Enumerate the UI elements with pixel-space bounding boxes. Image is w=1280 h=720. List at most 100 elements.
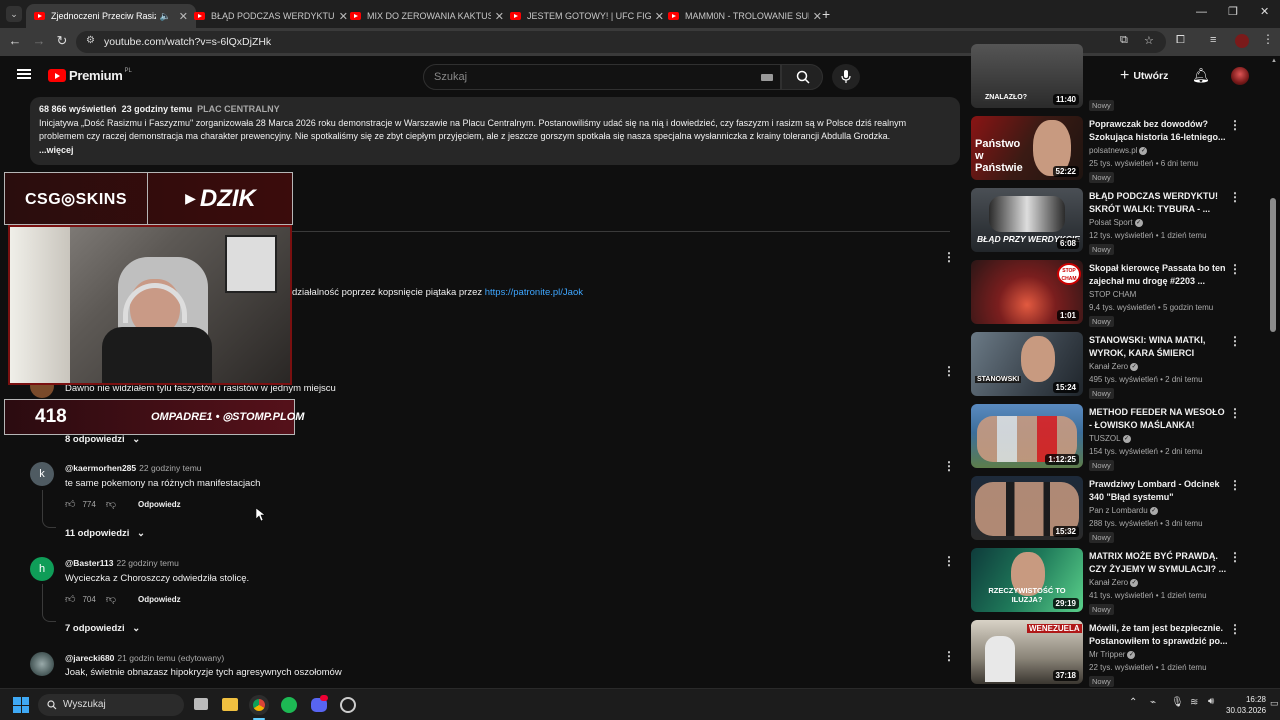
browser-menu-icon[interactable]: ⋮ xyxy=(1262,32,1274,46)
comment-menu-icon[interactable]: ⋮ xyxy=(943,460,955,472)
wifi-icon[interactable]: ≋ xyxy=(1190,697,1198,708)
replies-toggle[interactable]: 8 odpowiedzi ⌄ xyxy=(65,434,140,445)
video-thumbnail[interactable]: 15:32 xyxy=(971,476,1083,540)
close-tab-icon[interactable]: ✕ xyxy=(813,10,822,23)
video-menu-icon[interactable]: ⋮ xyxy=(1229,622,1241,636)
like-icon[interactable]: 👍︎ xyxy=(65,593,75,605)
site-info-icon[interactable]: ⚙ xyxy=(86,35,95,46)
tab-2[interactable]: MIX DO ZEROWANIA KAKTUSO ✕ xyxy=(342,4,512,28)
spotify-icon[interactable] xyxy=(281,697,297,713)
video-menu-icon[interactable]: ⋮ xyxy=(1229,262,1241,276)
video-title[interactable]: STANOWSKI: WINA MATKI, WYROK, KARA ŚMIER… xyxy=(1089,334,1229,360)
search-button[interactable] xyxy=(781,64,823,90)
video-menu-icon[interactable]: ⋮ xyxy=(1229,550,1241,564)
recommendation-item[interactable]: BŁĄD PRZY WERDYKCIE 6:08 BŁĄD PODCZAS WE… xyxy=(971,188,1251,255)
new-tab-button[interactable]: + xyxy=(822,6,830,22)
tab-3[interactable]: JESTEM GOTOWY! | UFC FIGHT ✕ xyxy=(502,4,672,28)
video-thumbnail[interactable]: BŁĄD PRZY WERDYKCIE 6:08 xyxy=(971,188,1083,252)
file-explorer-icon[interactable] xyxy=(222,698,238,711)
show-more-link[interactable]: ...więcej xyxy=(39,144,951,158)
tab-1[interactable]: BŁĄD PODCZAS WERDYKTU! SI ✕ xyxy=(186,4,356,28)
taskbar-search[interactable]: Wyszukaj xyxy=(38,694,184,716)
video-description[interactable]: 68 866 wyświetleń 23 godziny temu PLAC C… xyxy=(30,97,960,165)
replies-toggle[interactable]: 11 odpowiedzi ⌄ xyxy=(65,528,145,539)
reload-icon[interactable]: ↻ xyxy=(53,33,71,49)
video-title[interactable]: Mówili, że tam jest bezpiecznie. Postano… xyxy=(1089,622,1229,648)
page-scrollbar[interactable] xyxy=(1270,198,1276,332)
channel-name[interactable]: polsatnews.pl ✓ xyxy=(1089,146,1148,155)
windows-start-icon[interactable] xyxy=(13,697,29,713)
channel-name[interactable]: Polsat Sport ✓ xyxy=(1089,218,1143,227)
maximize-button[interactable]: ❐ xyxy=(1228,5,1238,18)
video-menu-icon[interactable]: ⋮ xyxy=(1229,334,1241,348)
forward-arrow-icon[interactable]: → xyxy=(30,33,48,48)
video-menu-icon[interactable]: ⋮ xyxy=(1229,406,1241,420)
network-icon[interactable]: ⌁ xyxy=(1150,697,1156,708)
channel-name[interactable]: Mr Tripper ✓ xyxy=(1089,650,1136,659)
recommendation-item[interactable]: ZNALAZŁO? 11:40 Nowy xyxy=(971,44,1251,111)
clock[interactable]: 16:28 30.03.2026 xyxy=(1226,694,1266,716)
video-title[interactable]: Prawdziwy Lombard - Odcinek 340 "Błąd sy… xyxy=(1089,478,1229,504)
video-thumbnail[interactable]: 1:12:25 xyxy=(971,404,1083,468)
channel-name[interactable]: STOP CHAM xyxy=(1089,290,1136,299)
tab-search-dropdown[interactable]: ⌄ xyxy=(6,6,22,22)
video-thumbnail[interactable]: Państwo w Państwie 52:22 xyxy=(971,116,1083,180)
video-thumbnail[interactable]: STANOWSKI 15:24 xyxy=(971,332,1083,396)
scroll-up-arrow-icon[interactable]: ▲ xyxy=(1271,58,1277,64)
minimize-button[interactable]: — xyxy=(1196,6,1207,18)
task-view-icon[interactable] xyxy=(194,698,208,710)
reply-button[interactable]: Odpowiedz xyxy=(138,595,181,604)
video-menu-icon[interactable]: ⋮ xyxy=(1229,118,1241,132)
avatar[interactable]: h xyxy=(30,557,54,581)
video-menu-icon[interactable]: ⋮ xyxy=(1229,190,1241,204)
notification-center-icon[interactable]: ▭ xyxy=(1270,698,1279,709)
recommendation-item[interactable]: STANOWSKI 15:24 STANOWSKI: WINA MATKI, W… xyxy=(971,332,1251,399)
recommendation-item[interactable]: RZECZYWISTOŚĆ TO ILUZJA? 29:19 MATRIX MO… xyxy=(971,548,1251,615)
location-tag[interactable]: PLAC CENTRALNY xyxy=(197,104,280,114)
comment-time[interactable]: 22 godziny temu xyxy=(139,463,201,473)
microphone-tray-icon[interactable]: 🎙︎ xyxy=(1171,697,1184,708)
recommendation-item[interactable]: WENEZUELA 37:18 Mówili, że tam jest bezp… xyxy=(971,620,1251,687)
avatar[interactable] xyxy=(30,652,54,676)
tab-4[interactable]: MAMM0N - TROLOWANIE SUF ✕ xyxy=(660,4,830,28)
video-title[interactable]: MATRIX MOŻE BYĆ PRAWDĄ. CZY ŻYJEMY W SYM… xyxy=(1089,550,1229,576)
video-thumbnail[interactable]: STOP CHAM 1:01 xyxy=(971,260,1083,324)
video-title[interactable]: Poprawczak bez dowodów? Szokująca histor… xyxy=(1089,118,1229,144)
channel-name[interactable]: TUSZOL ✓ xyxy=(1089,434,1131,443)
hamburger-menu-icon[interactable] xyxy=(17,69,31,79)
recommendation-item[interactable]: Państwo w Państwie 52:22 Poprawczak bez … xyxy=(971,116,1251,183)
channel-name[interactable]: Kanał Zero ✓ xyxy=(1089,362,1139,371)
patronite-link[interactable]: https://patronite.pl/Jaok xyxy=(485,287,583,298)
close-window-button[interactable]: ✕ xyxy=(1260,5,1269,18)
recommendation-item[interactable]: STOP CHAM 1:01 Skopał kierowcę Passata b… xyxy=(971,260,1251,327)
recommendation-item[interactable]: 1:12:25 METHOD FEEDER NA WESOŁO - ŁOWISK… xyxy=(971,404,1251,471)
video-menu-icon[interactable]: ⋮ xyxy=(1229,478,1241,492)
tray-chevron-icon[interactable]: ⌃ xyxy=(1129,697,1137,708)
comment-menu-icon[interactable]: ⋮ xyxy=(943,365,955,377)
comment-menu-icon[interactable]: ⋮ xyxy=(943,650,955,662)
video-thumbnail[interactable]: ZNALAZŁO? 11:40 xyxy=(971,44,1083,108)
comment-time[interactable]: 22 godziny temu xyxy=(116,558,178,568)
obs-icon[interactable] xyxy=(340,697,356,713)
recommendation-item[interactable]: 15:32 Prawdziwy Lombard - Odcinek 340 "B… xyxy=(971,476,1251,543)
search-input[interactable]: Szukaj xyxy=(423,64,781,90)
channel-name[interactable]: Kanał Zero ✓ xyxy=(1089,578,1139,587)
video-title[interactable]: BŁĄD PODCZAS WERDYKTU! SKRÓT WALKI: TYBU… xyxy=(1089,190,1229,216)
replies-toggle[interactable]: 7 odpowiedzi ⌄ xyxy=(65,623,140,634)
avatar[interactable]: k xyxy=(30,462,54,486)
comment-time[interactable]: 21 godzin temu (edytowany) xyxy=(117,653,224,663)
comment-author[interactable]: @Baster113 xyxy=(65,558,113,568)
comment-menu-icon[interactable]: ⋮ xyxy=(943,251,955,263)
like-icon[interactable]: 👍︎ xyxy=(65,498,75,510)
keyboard-icon[interactable] xyxy=(761,74,773,81)
video-thumbnail[interactable]: WENEZUELA 37:18 xyxy=(971,620,1083,684)
voice-search-button[interactable] xyxy=(832,64,860,90)
video-thumbnail[interactable]: RZECZYWISTOŚĆ TO ILUZJA? 29:19 xyxy=(971,548,1083,612)
comment-menu-icon[interactable]: ⋮ xyxy=(943,555,955,567)
comment-author[interactable]: @jarecki680 xyxy=(65,653,114,663)
dislike-icon[interactable]: 👎︎ xyxy=(106,498,116,510)
youtube-logo[interactable]: Premium PL xyxy=(48,68,132,83)
video-title[interactable]: Skopał kierowcę Passata bo ten zajechał … xyxy=(1089,262,1229,288)
dislike-icon[interactable]: 👎︎ xyxy=(106,593,116,605)
back-arrow-icon[interactable]: ← xyxy=(6,33,24,48)
